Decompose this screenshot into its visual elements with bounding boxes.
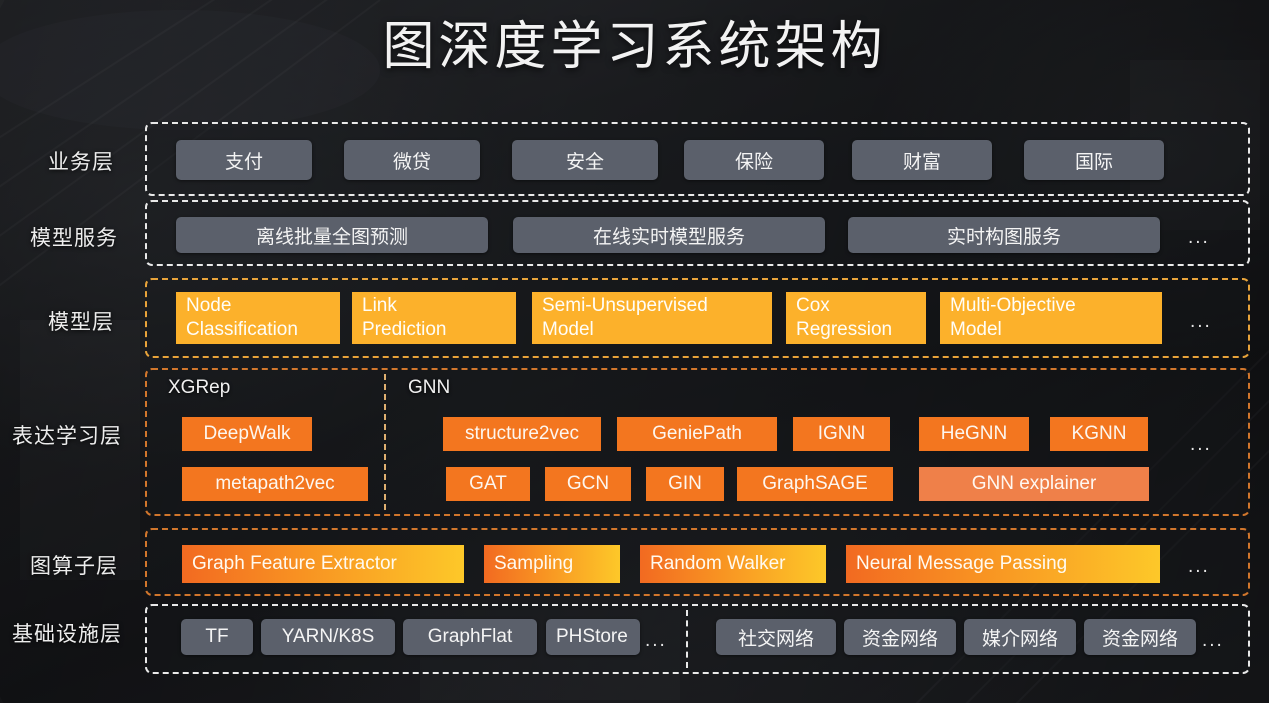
business-chip-security[interactable]: 安全 bbox=[512, 140, 658, 180]
representation-chip-graphsage[interactable]: GraphSAGE bbox=[737, 467, 893, 501]
architecture-diagram: 图深度学习系统架构 业务层 支付 微贷 安全 保险 财富 国际 模型服务 离线批… bbox=[0, 0, 1269, 703]
infrastructure-chip-media-network[interactable]: 媒介网络 bbox=[964, 619, 1076, 655]
model-chip-multi-objective[interactable]: Multi-Objective Model bbox=[940, 292, 1162, 344]
infrastructure-group1-ellipsis: ... bbox=[645, 630, 667, 651]
infrastructure-chip-capital-network-2[interactable]: 资金网络 bbox=[1084, 619, 1196, 655]
graph-operator-chip-sampling[interactable]: Sampling bbox=[484, 545, 620, 583]
infrastructure-chip-yarn-k8s[interactable]: YARN/K8S bbox=[261, 619, 395, 655]
business-chip-wealth[interactable]: 财富 bbox=[852, 140, 992, 180]
model-chip-line2: Classification bbox=[186, 319, 298, 340]
infrastructure-group-divider bbox=[686, 610, 688, 668]
business-chip-payment[interactable]: 支付 bbox=[176, 140, 312, 180]
model-chip-link-prediction[interactable]: Link Prediction bbox=[352, 292, 516, 344]
page-title: 图深度学习系统架构 bbox=[382, 18, 887, 76]
infrastructure-chip-phstore[interactable]: PHStore bbox=[546, 619, 640, 655]
representation-chip-geniepath[interactable]: GeniePath bbox=[617, 417, 777, 451]
model-service-chip-offline-batch[interactable]: 离线批量全图预测 bbox=[176, 217, 488, 253]
row-label-infrastructure: 基础设施层 bbox=[12, 623, 122, 646]
infrastructure-chip-graphflat[interactable]: GraphFlat bbox=[403, 619, 537, 655]
representation-chip-gin[interactable]: GIN bbox=[646, 467, 724, 501]
business-chip-insurance[interactable]: 保险 bbox=[684, 140, 824, 180]
row-label-model-service: 模型服务 bbox=[30, 227, 118, 250]
graph-operator-chip-feature-extractor[interactable]: Graph Feature Extractor bbox=[182, 545, 464, 583]
row-label-model: 模型层 bbox=[48, 311, 114, 334]
infrastructure-chip-capital-network[interactable]: 资金网络 bbox=[844, 619, 956, 655]
model-chip-line2: Prediction bbox=[362, 319, 447, 340]
representation-group-divider bbox=[384, 374, 386, 510]
model-chip-line2: Regression bbox=[796, 319, 893, 340]
representation-group-label-gnn: GNN bbox=[408, 377, 451, 398]
representation-chip-structure2vec[interactable]: structure2vec bbox=[443, 417, 601, 451]
representation-chip-metapath2vec[interactable]: metapath2vec bbox=[182, 467, 368, 501]
business-chip-international[interactable]: 国际 bbox=[1024, 140, 1164, 180]
model-service-chip-online-realtime[interactable]: 在线实时模型服务 bbox=[513, 217, 825, 253]
representation-group-label-xgrep: XGRep bbox=[168, 377, 231, 398]
representation-chip-deepwalk[interactable]: DeepWalk bbox=[182, 417, 312, 451]
infrastructure-chip-social-network[interactable]: 社交网络 bbox=[716, 619, 836, 655]
model-service-chip-realtime-graph[interactable]: 实时构图服务 bbox=[848, 217, 1160, 253]
infrastructure-group2-ellipsis: ... bbox=[1202, 630, 1224, 651]
model-chip-node-classification[interactable]: Node Classification bbox=[176, 292, 340, 344]
model-chip-line2: Model bbox=[542, 319, 594, 340]
representation-chip-kgnn[interactable]: KGNN bbox=[1050, 417, 1148, 451]
model-chip-semi-unsupervised[interactable]: Semi-Unsupervised Model bbox=[532, 292, 772, 344]
model-chip-line1: Link bbox=[362, 294, 397, 316]
graph-operator-chip-random-walker[interactable]: Random Walker bbox=[640, 545, 826, 583]
row-label-graph-operator: 图算子层 bbox=[30, 555, 118, 578]
model-chip-line1: Cox bbox=[796, 294, 830, 316]
model-chip-line1: Node bbox=[186, 294, 232, 316]
representation-chip-hegnn[interactable]: HeGNN bbox=[919, 417, 1029, 451]
model-chip-line1: Semi-Unsupervised bbox=[542, 294, 708, 316]
graph-operator-ellipsis: ... bbox=[1188, 556, 1210, 577]
infrastructure-chip-tf[interactable]: TF bbox=[181, 619, 253, 655]
model-service-ellipsis: ... bbox=[1188, 227, 1210, 248]
representation-chip-gat[interactable]: GAT bbox=[446, 467, 530, 501]
graph-operator-chip-neural-message-passing[interactable]: Neural Message Passing bbox=[846, 545, 1160, 583]
model-chip-line1: Multi-Objective bbox=[950, 294, 1076, 316]
business-chip-microloan[interactable]: 微贷 bbox=[344, 140, 480, 180]
representation-ellipsis: ... bbox=[1190, 434, 1212, 455]
representation-chip-ignn[interactable]: IGNN bbox=[793, 417, 890, 451]
representation-chip-gcn[interactable]: GCN bbox=[545, 467, 631, 501]
representation-chip-gnn-explainer[interactable]: GNN explainer bbox=[919, 467, 1149, 501]
row-label-business: 业务层 bbox=[48, 151, 114, 174]
model-chip-cox-regression[interactable]: Cox Regression bbox=[786, 292, 926, 344]
model-chip-line2: Model bbox=[950, 319, 1002, 340]
row-label-representation: 表达学习层 bbox=[12, 425, 122, 448]
model-ellipsis: ... bbox=[1190, 311, 1212, 332]
